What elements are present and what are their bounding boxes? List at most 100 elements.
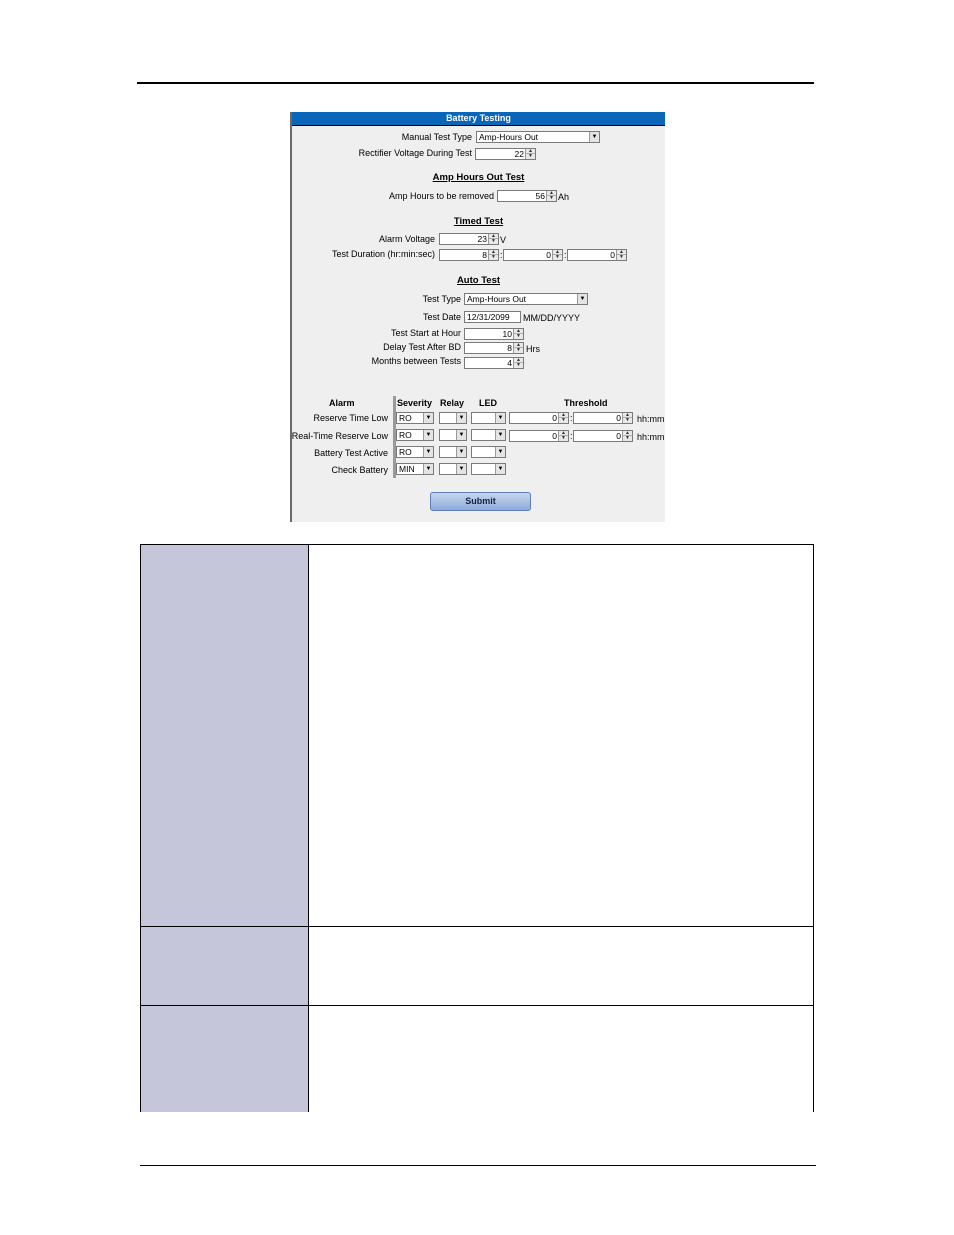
delay-after-bd-value: 8: [507, 343, 512, 353]
amp-hours-removed-label: Amp Hours to be removed: [388, 191, 494, 201]
footer-rule: [140, 1165, 816, 1166]
test-date-label: Test Date: [422, 312, 461, 322]
up-down-arrows-icon[interactable]: ▲ ▼: [513, 343, 523, 353]
table-label-cell: [141, 1006, 309, 1112]
chevron-down-icon[interactable]: ▼: [456, 430, 466, 440]
submit-button[interactable]: Submit: [430, 492, 531, 511]
relay-select[interactable]: ▼: [439, 412, 467, 424]
up-down-arrows-icon[interactable]: ▲ ▼: [525, 149, 535, 159]
up-down-arrows-icon[interactable]: ▲ ▼: [488, 234, 498, 244]
test-date-format: MM/DD/YYYY: [523, 313, 581, 323]
test-duration-hr-spinner[interactable]: 8 ▲ ▼: [439, 249, 499, 261]
chevron-down-icon[interactable]: ▼: [456, 413, 466, 423]
months-between-label: Months between Tests: [371, 356, 461, 366]
auto-test-type-label: Test Type: [422, 294, 461, 304]
alarm-voltage-label: Alarm Voltage: [378, 234, 435, 244]
months-between-spinner[interactable]: 4 ▲ ▼: [464, 357, 524, 369]
up-down-arrows-icon[interactable]: ▲ ▼: [622, 431, 632, 441]
chevron-down-icon[interactable]: ▼: [423, 430, 433, 440]
manual-test-type-value: Amp-Hours Out: [479, 132, 539, 142]
test-duration-min-value: 0: [546, 250, 551, 260]
alarm-voltage-unit: V: [500, 235, 507, 245]
test-duration-hr-value: 8: [482, 250, 487, 260]
alarm-name: Check Battery: [331, 465, 388, 475]
up-down-arrows-icon[interactable]: ▲ ▼: [558, 431, 568, 441]
relay-select[interactable]: ▼: [439, 429, 467, 441]
rectifier-voltage-spinner[interactable]: 22 ▲ ▼: [475, 148, 536, 160]
chevron-down-icon[interactable]: ▼: [589, 132, 599, 142]
chevron-down-icon[interactable]: ▼: [495, 464, 505, 474]
threshold-mm-spinner[interactable]: 0 ▲ ▼: [573, 430, 633, 442]
severity-select[interactable]: RO ▼: [396, 412, 434, 424]
table-label-cell: [141, 927, 309, 1006]
test-duration-sec-spinner[interactable]: 0 ▲ ▼: [567, 249, 627, 261]
severity-value: RO: [399, 430, 412, 440]
severity-value: MIN: [399, 464, 415, 474]
chevron-down-icon[interactable]: ▼: [495, 413, 505, 423]
table-label-cell: [141, 545, 309, 926]
alarm-voltage-value: 23: [477, 234, 487, 244]
chevron-down-icon[interactable]: ▼: [423, 464, 433, 474]
start-hour-value: 10: [502, 329, 512, 339]
chevron-down-icon[interactable]: ▼: [495, 447, 505, 457]
alarm-voltage-spinner[interactable]: 23 ▲ ▼: [439, 233, 499, 245]
up-down-arrows-icon[interactable]: ▲ ▼: [513, 329, 523, 339]
table-description-cell: [309, 545, 813, 926]
auto-test-type-value: Amp-Hours Out: [467, 294, 527, 304]
chevron-down-icon[interactable]: ▼: [456, 464, 466, 474]
threshold-hh-spinner[interactable]: 0 ▲ ▼: [509, 430, 569, 442]
auto-section-title: Auto Test: [456, 275, 501, 286]
delay-after-bd-spinner[interactable]: 8 ▲ ▼: [464, 342, 524, 354]
threshold-hh-spinner[interactable]: 0 ▲ ▼: [509, 412, 569, 424]
threshold-unit: hh:mm: [637, 414, 665, 424]
chevron-down-icon[interactable]: ▼: [423, 447, 433, 457]
header-rule: [137, 82, 814, 84]
timed-section-title: Timed Test: [453, 216, 504, 227]
severity-value: RO: [399, 413, 412, 423]
alarm-name: Battery Test Active: [314, 448, 388, 458]
chevron-down-icon[interactable]: ▼: [495, 430, 505, 440]
alarm-column-header: Alarm: [329, 398, 355, 408]
threshold-mm-spinner[interactable]: 0 ▲ ▼: [573, 412, 633, 424]
rectifier-voltage-value: 22: [514, 149, 524, 159]
chevron-down-icon[interactable]: ▼: [423, 413, 433, 423]
up-down-arrows-icon[interactable]: ▲ ▼: [616, 250, 626, 260]
severity-select[interactable]: RO ▼: [396, 446, 434, 458]
table-description-cell: [309, 1006, 813, 1112]
up-down-arrows-icon[interactable]: ▲ ▼: [558, 413, 568, 423]
alarm-name: Reserve Time Low: [313, 413, 388, 423]
led-select[interactable]: ▼: [471, 412, 506, 424]
manual-test-type-label: Manual Test Type: [401, 132, 472, 142]
up-down-arrows-icon[interactable]: ▲ ▼: [488, 250, 498, 260]
up-down-arrows-icon[interactable]: ▲ ▼: [546, 191, 556, 201]
amp-hours-removed-spinner[interactable]: 56 ▲ ▼: [497, 190, 557, 202]
test-duration-min-spinner[interactable]: 0 ▲ ▼: [503, 249, 563, 261]
relay-column-header: Relay: [440, 398, 465, 408]
auto-test-type-select[interactable]: Amp-Hours Out ▼: [464, 293, 588, 305]
up-down-arrows-icon[interactable]: ▲ ▼: [513, 358, 523, 368]
led-select[interactable]: ▼: [471, 446, 506, 458]
led-select[interactable]: ▼: [471, 429, 506, 441]
relay-select[interactable]: ▼: [439, 446, 467, 458]
manual-test-type-select[interactable]: Amp-Hours Out ▼: [476, 131, 600, 143]
relay-select[interactable]: ▼: [439, 463, 467, 475]
up-down-arrows-icon[interactable]: ▲ ▼: [552, 250, 562, 260]
threshold-hh-value: 0: [552, 431, 557, 441]
up-down-arrows-icon[interactable]: ▲ ▼: [622, 413, 632, 423]
test-date-input[interactable]: 12/31/2099: [464, 311, 521, 323]
chevron-down-icon[interactable]: ▼: [577, 294, 587, 304]
table-row: [141, 545, 813, 926]
severity-select[interactable]: MIN ▼: [396, 463, 434, 475]
start-hour-spinner[interactable]: 10 ▲ ▼: [464, 328, 524, 340]
table-row: [141, 926, 813, 1006]
panel-title: Battery Testing: [292, 112, 665, 126]
led-column-header: LED: [479, 398, 497, 408]
chevron-down-icon[interactable]: ▼: [456, 447, 466, 457]
led-select[interactable]: ▼: [471, 463, 506, 475]
severity-select[interactable]: RO ▼: [396, 429, 434, 441]
delay-unit: Hrs: [526, 344, 540, 354]
severity-value: RO: [399, 447, 412, 457]
delay-after-bd-label: Delay Test After BD: [383, 342, 461, 352]
severity-column-header: Severity: [397, 398, 433, 408]
battery-testing-panel: Battery Testing Manual Test Type Amp-Hou…: [290, 112, 665, 522]
